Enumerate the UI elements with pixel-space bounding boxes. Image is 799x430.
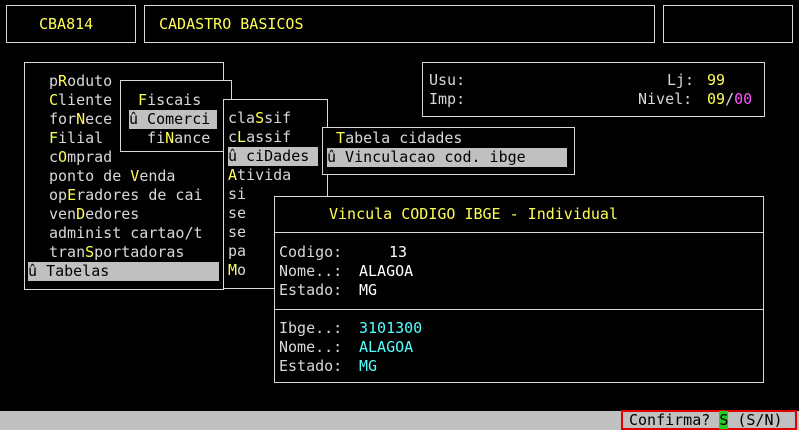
main-menu-item[interactable]: venDedores (49, 205, 139, 224)
ibge-link-dialog: Vincula CODIGO IBGE - Individual Codigo:… (274, 196, 764, 383)
submenu-cidades: Tabela cidades û Vinculacao cod. ibge (322, 127, 575, 175)
confirm-prompt[interactable]: Confirma? S (S/N) (621, 410, 797, 430)
nivel-value: 09/00 (707, 90, 753, 108)
lj-value: 99 (707, 71, 726, 89)
estado2-value: MG (359, 357, 378, 375)
main-menu-item[interactable]: forNece (49, 110, 112, 129)
ibge-label: Ibge..: (279, 319, 343, 337)
confirm-options: (S/N) (728, 411, 783, 429)
nome2-value: ALAGOA (359, 338, 414, 356)
nome2-label: Nome..: (279, 338, 343, 356)
submenu-comercial-item[interactable]: cLassif (228, 128, 291, 147)
imp-label: Imp: (429, 90, 466, 108)
submenu-tabelas-item[interactable]: Fiscais (129, 91, 201, 110)
main-menu-item[interactable]: Cliente (49, 91, 112, 110)
main-menu-item[interactable]: opEradores de cai (49, 186, 203, 205)
main-menu-item[interactable]: pRoduto (49, 72, 112, 91)
submenu-comercial-item[interactable]: Mo (228, 261, 246, 280)
estado-value: MG (359, 281, 378, 299)
submenu-tabelas: Fiscais û Comerci fiNance (120, 80, 232, 152)
nome-label: Nome..: (279, 262, 343, 280)
submenu-comercial-item[interactable]: Ativida (228, 166, 291, 185)
header-code-box: CBA814 (6, 5, 136, 43)
submenu-comercial-item[interactable]: û ciDades (228, 147, 318, 166)
nome-value: ALAGOA (359, 262, 414, 280)
lj-label: Lj: (667, 71, 695, 89)
main-menu-item[interactable]: ponto de Venda (49, 167, 175, 186)
submenu-cidades-item[interactable]: û Vinculacao cod. ibge (327, 148, 567, 167)
codigo-label: Codigo: (279, 243, 343, 261)
dialog-divider-mid (275, 309, 763, 310)
estado2-label: Estado: (279, 357, 343, 375)
codigo-value: 13 (389, 243, 408, 261)
estado-label: Estado: (279, 281, 343, 299)
ibge-value[interactable]: 3101300 (359, 319, 422, 338)
main-menu-item[interactable]: Filial (49, 129, 103, 148)
submenu-comercial-item[interactable]: pa (228, 242, 246, 261)
confirm-answer-input[interactable]: S (719, 411, 729, 429)
usu-label: Usu: (429, 71, 466, 89)
header-title-box: CADASTRO BASICOS (144, 5, 655, 43)
main-menu-item[interactable]: tranSportadoras (49, 243, 184, 262)
submenu-tabelas-item[interactable]: û Comerci (129, 110, 217, 129)
header-right-box (663, 5, 793, 43)
submenu-comercial-item[interactable]: se (228, 223, 246, 242)
submenu-cidades-item[interactable]: Tabela cidades (327, 129, 462, 148)
submenu-comercial-item[interactable]: si (228, 185, 246, 204)
program-code: CBA814 (39, 15, 94, 33)
confirm-label: Confirma? (629, 411, 720, 429)
main-menu-item[interactable]: administ cartao/t (49, 224, 203, 243)
nivel-label: Nivel: (638, 90, 693, 108)
main-menu-item[interactable]: cOmprad (49, 148, 112, 167)
submenu-tabelas-item[interactable]: fiNance (129, 129, 210, 148)
dialog-divider-top (275, 232, 763, 233)
session-info-box: Usu: Imp: Lj: 99 Nivel: 09/00 (422, 62, 765, 117)
submenu-comercial-item[interactable]: claSsif (228, 109, 291, 128)
main-menu-item[interactable]: û Tabelas (28, 262, 219, 281)
dialog-title: Vincula CODIGO IBGE - Individual (329, 205, 618, 223)
submenu-comercial-item[interactable]: se (228, 204, 246, 223)
screen-title: CADASTRO BASICOS (159, 15, 304, 33)
